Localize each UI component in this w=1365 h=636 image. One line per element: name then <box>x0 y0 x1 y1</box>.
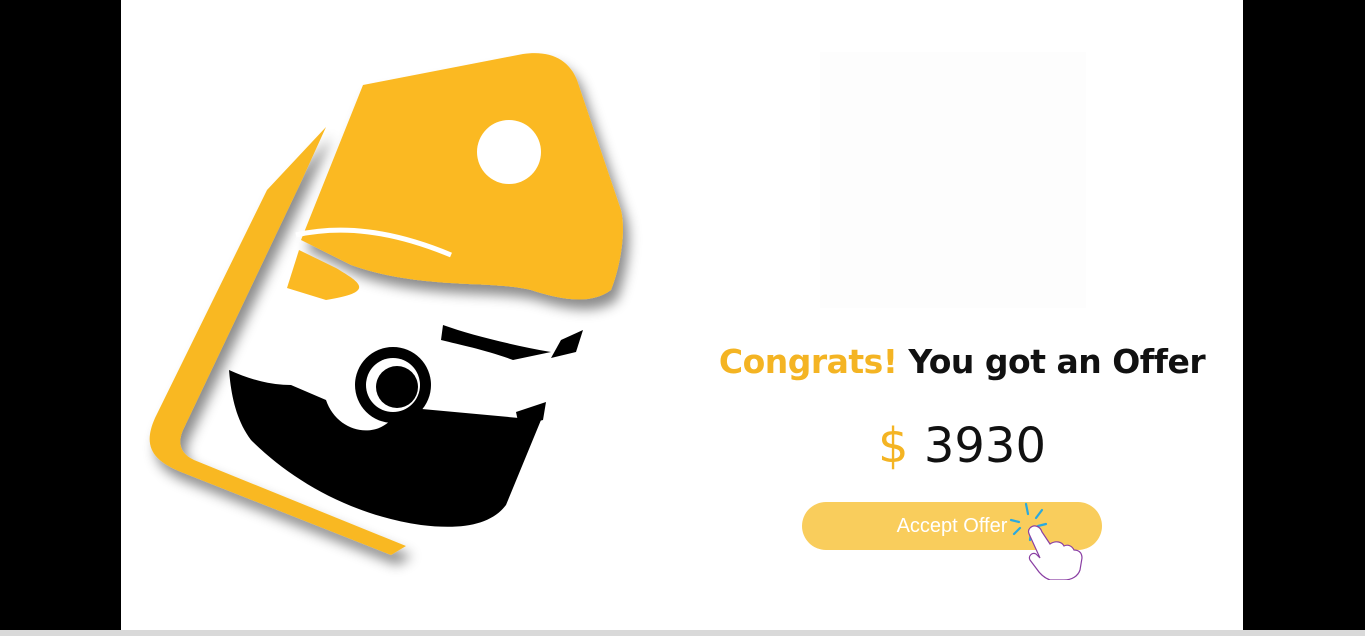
media-placeholder <box>820 52 1086 308</box>
congrats-label: Congrats! <box>718 342 898 381</box>
accept-offer-label: Accept Offer <box>896 514 1008 537</box>
offer-price: $ 3930 <box>681 418 1243 474</box>
tag-hole-icon <box>477 120 541 184</box>
offer-amount: 3930 <box>923 418 1046 474</box>
car-price-tag-logo <box>149 53 623 555</box>
currency-symbol: $ <box>878 418 909 474</box>
hand-pointer-icon <box>1009 502 1083 580</box>
main-tag <box>301 53 623 300</box>
offer-screen: Congrats! You got an Offer $ 3930 Accept… <box>121 0 1243 630</box>
offer-message: You got an Offer <box>908 342 1206 381</box>
bottom-strip <box>0 630 1365 636</box>
offer-headline: Congrats! You got an Offer <box>681 342 1243 381</box>
